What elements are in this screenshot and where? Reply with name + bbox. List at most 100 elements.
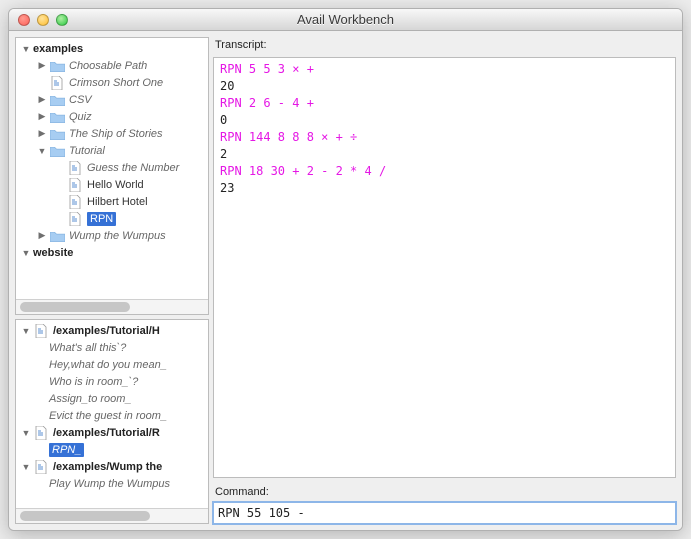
tree-row[interactable]: Hey,what do you mean_ <box>16 356 208 373</box>
tree-label: Hello World <box>87 179 144 191</box>
left-column: ▼examples▶Choosable PathCrimson Short On… <box>15 37 209 524</box>
command-input[interactable] <box>213 502 676 524</box>
tree-row[interactable]: ▶ CSV <box>16 91 208 108</box>
tree-row[interactable]: Crimson Short One <box>16 74 208 91</box>
tree-row[interactable]: ▼website <box>16 244 208 261</box>
command-label: Command: <box>213 484 676 502</box>
disclosure-triangle-icon[interactable]: ▼ <box>20 461 32 473</box>
transcript-line: 23 <box>220 180 669 197</box>
tree-row[interactable]: Guess the Number <box>16 159 208 176</box>
tree-row[interactable]: ▶ The Ship of Stories <box>16 125 208 142</box>
tree-label: Evict the guest in room_ <box>49 410 167 422</box>
tree-row[interactable]: ▼ /examples/Tutorial/H <box>16 322 208 339</box>
tree-label: Who is in room_`? <box>49 376 138 388</box>
titlebar: Avail Workbench <box>9 9 682 31</box>
content-area: ▼examples▶Choosable PathCrimson Short On… <box>9 31 682 530</box>
tree-row[interactable]: Play Wump the Wumpus <box>16 475 208 492</box>
disclosure-triangle-icon[interactable]: ▶ <box>36 230 48 242</box>
transcript-label: Transcript: <box>213 37 676 55</box>
tree-row[interactable]: ▼ /examples/Wump the <box>16 458 208 475</box>
folder-icon <box>49 59 65 73</box>
minimize-icon[interactable] <box>37 14 49 26</box>
tree-row[interactable]: Who is in room_`? <box>16 373 208 390</box>
tree-label: /examples/Wump the <box>53 461 162 473</box>
folder-icon <box>49 229 65 243</box>
tree-row[interactable]: RPN_ <box>16 441 208 458</box>
window-title: Avail Workbench <box>9 12 682 27</box>
file-icon <box>33 426 49 440</box>
tree-label: Hey,what do you mean_ <box>49 359 167 371</box>
file-icon <box>33 460 49 474</box>
transcript-line: RPN 144 8 8 8 × + ÷ <box>220 129 669 146</box>
disclosure-triangle-icon[interactable]: ▼ <box>36 145 48 157</box>
file-icon <box>67 161 83 175</box>
disclosure-triangle-icon[interactable]: ▶ <box>36 128 48 140</box>
disclosure-triangle-icon[interactable]: ▶ <box>36 60 48 72</box>
tree-label: Choosable Path <box>69 60 147 72</box>
command-section: Command: <box>213 484 676 524</box>
transcript-line: RPN 18 30 + 2 - 2 * 4 / <box>220 163 669 180</box>
tree-label: Quiz <box>69 111 92 123</box>
scroll-thumb[interactable] <box>20 302 130 312</box>
disclosure-triangle-icon[interactable]: ▶ <box>36 111 48 123</box>
tree-row[interactable]: ▶ Quiz <box>16 108 208 125</box>
tree-label: CSV <box>69 94 92 106</box>
folder-icon <box>49 127 65 141</box>
transcript-line: 0 <box>220 112 669 129</box>
tree-label: The Ship of Stories <box>69 128 163 140</box>
disclosure-triangle-icon[interactable]: ▼ <box>20 427 32 439</box>
scroll-thumb[interactable] <box>20 511 150 521</box>
folder-icon <box>49 110 65 124</box>
transcript-area[interactable]: RPN 5 5 3 × +20RPN 2 6 - 4 +0RPN 144 8 8… <box>213 57 676 478</box>
tree-label: /examples/Tutorial/R <box>53 427 160 439</box>
file-icon <box>67 212 83 226</box>
tree-label: RPN_ <box>49 443 84 457</box>
tree-row[interactable]: Hello World <box>16 176 208 193</box>
module-tree-pane: ▼examples▶Choosable PathCrimson Short On… <box>15 37 209 315</box>
tree-label: RPN <box>87 212 116 226</box>
tree-label: Wump the Wumpus <box>69 230 166 242</box>
disclosure-triangle-icon[interactable]: ▼ <box>20 43 32 55</box>
module-tree[interactable]: ▼examples▶Choosable PathCrimson Short On… <box>16 38 208 299</box>
command-tree-pane: ▼ /examples/Tutorial/H What's all this`? He… <box>15 319 209 524</box>
disclosure-triangle-icon[interactable]: ▶ <box>36 94 48 106</box>
tree-label: Tutorial <box>69 145 105 157</box>
tree-row[interactable]: Hilbert Hotel <box>16 193 208 210</box>
tree-label: /examples/Tutorial/H <box>53 325 160 337</box>
close-icon[interactable] <box>18 14 30 26</box>
tree-label: What's all this`? <box>49 342 126 354</box>
tree-label: examples <box>33 43 83 55</box>
disclosure-triangle-icon[interactable]: ▼ <box>20 325 32 337</box>
tree-row[interactable]: ▶ Wump the Wumpus <box>16 227 208 244</box>
zoom-icon[interactable] <box>56 14 68 26</box>
tree-row[interactable]: Assign_to room_ <box>16 390 208 407</box>
tree-label: Assign_to room_ <box>49 393 132 405</box>
tree-label: Hilbert Hotel <box>87 196 148 208</box>
tree-row[interactable]: What's all this`? <box>16 339 208 356</box>
tree-row[interactable]: Evict the guest in room_ <box>16 407 208 424</box>
tree-row[interactable]: ▼ /examples/Tutorial/R <box>16 424 208 441</box>
horizontal-scrollbar[interactable] <box>16 508 208 523</box>
tree-label: website <box>33 247 73 259</box>
tree-row[interactable]: ▶ Choosable Path <box>16 57 208 74</box>
tree-label: Play Wump the Wumpus <box>49 478 170 490</box>
tree-row[interactable]: ▼ Tutorial <box>16 142 208 159</box>
command-tree[interactable]: ▼ /examples/Tutorial/H What's all this`? He… <box>16 320 208 508</box>
transcript-line: RPN 5 5 3 × + <box>220 61 669 78</box>
folder-icon <box>49 144 65 158</box>
tree-row[interactable]: RPN <box>16 210 208 227</box>
window-controls <box>9 14 68 26</box>
tree-row[interactable]: ▼examples <box>16 40 208 57</box>
tree-label: Guess the Number <box>87 162 179 174</box>
horizontal-scrollbar[interactable] <box>16 299 208 314</box>
tree-label: Crimson Short One <box>69 77 163 89</box>
disclosure-triangle-icon[interactable]: ▼ <box>20 247 32 259</box>
transcript-line: 20 <box>220 78 669 95</box>
right-column: Transcript: RPN 5 5 3 × +20RPN 2 6 - 4 +… <box>213 37 676 524</box>
transcript-line: 2 <box>220 146 669 163</box>
file-icon <box>67 178 83 192</box>
file-icon <box>49 76 65 90</box>
folder-icon <box>49 93 65 107</box>
file-icon <box>67 195 83 209</box>
transcript-line: RPN 2 6 - 4 + <box>220 95 669 112</box>
